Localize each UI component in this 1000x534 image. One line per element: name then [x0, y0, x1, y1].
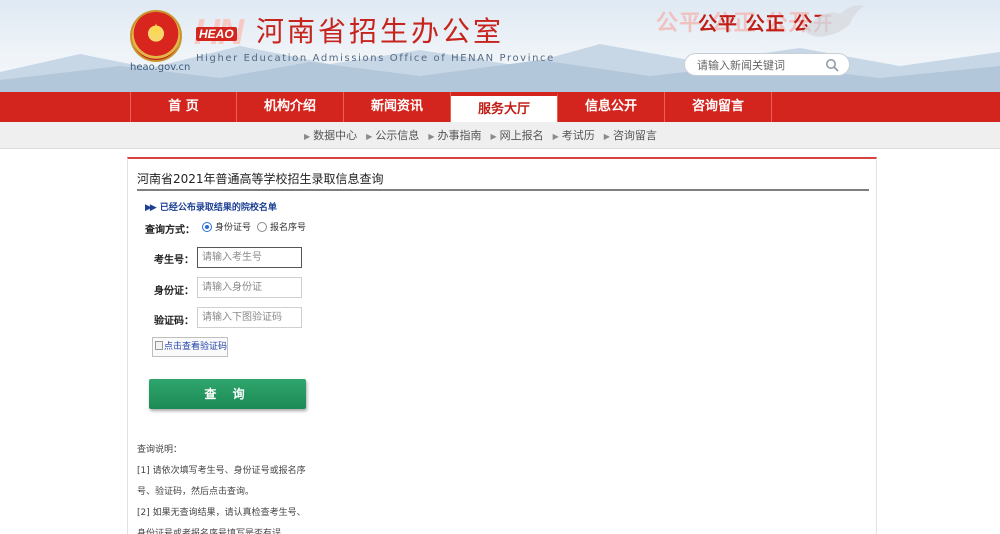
subnav-item-online-registration[interactable]: ▶ 网上报名	[490, 122, 543, 149]
nav-item-news[interactable]: 新闻资讯	[344, 92, 451, 122]
query-method-radio-group: 身份证号 报名序号	[202, 220, 312, 233]
nav-item-home[interactable]: 首 页	[130, 92, 237, 122]
id-number-input[interactable]	[197, 277, 302, 298]
broken-image-icon	[155, 341, 163, 350]
query-button[interactable]: 查 询	[149, 379, 306, 409]
subnav-item-consultation[interactable]: ▶ 咨询留言	[604, 122, 657, 149]
instructions-line: 号、验证码，然后点击查询。	[137, 487, 255, 497]
radio-registration-number[interactable]: 报名序号	[257, 220, 306, 233]
triangle-right-icon: ▶	[490, 132, 497, 141]
admission-query-panel: 河南省2021年普通高等学校招生录取信息查询 ▶▶ 已经公布录取结果的院校名单 查…	[127, 157, 877, 534]
published-colleges-link[interactable]: ▶▶ 已经公布录取结果的院校名单	[145, 200, 277, 213]
subnav-item-exam-calendar[interactable]: ▶ 考试历	[553, 122, 595, 149]
national-emblem-icon: ★	[130, 10, 182, 62]
org-title: 河南省招生办公室	[256, 15, 505, 48]
published-colleges-label: 已经公布录取结果的院校名单	[159, 203, 277, 213]
instructions-line: [2] 如果无查询结果，请认真检查考生号、	[137, 508, 306, 518]
radio-selected-icon	[202, 221, 212, 232]
exam-number-input[interactable]	[197, 247, 302, 268]
site-domain: heao.gov.cn	[130, 62, 191, 73]
query-method-label: 查询方式：	[145, 225, 195, 236]
captcha-image-alt: 点击查看验证码	[164, 342, 228, 352]
site-header: ★ heao.gov.cn HN HEAO 河南省招生办公室 Higher Ed…	[0, 0, 1000, 92]
subnav-item-data-center[interactable]: ▶ 数据中心	[304, 122, 357, 149]
nav-item-disclosure[interactable]: 信息公开	[558, 92, 665, 122]
triangle-right-icon: ▶	[552, 132, 559, 141]
subnav-item-label: 网上报名	[499, 129, 544, 142]
page-title: 河南省2021年普通高等学校招生录取信息查询	[137, 172, 384, 186]
main-nav: 首 页 机构介绍 新闻资讯 服务大厅 信息公开 咨询留言	[0, 92, 1000, 125]
subnav-item-label: 咨询留言	[612, 129, 657, 142]
instructions-title: 查询说明：	[137, 445, 183, 455]
heao-logo-text: HEAO	[196, 27, 237, 41]
radio-id-number[interactable]: 身份证号	[202, 220, 251, 233]
nav-item-service-hall[interactable]: 服务大厅	[451, 93, 558, 125]
title-divider	[137, 189, 869, 191]
radio-id-number-label: 身份证号	[215, 223, 252, 233]
id-number-label: 身份证：	[154, 286, 194, 297]
nav-item-consultation[interactable]: 咨询留言	[665, 92, 772, 122]
eagle-icon	[804, 5, 864, 37]
subnav-item-label: 公示信息	[375, 129, 420, 142]
nav-item-about[interactable]: 机构介绍	[237, 92, 344, 122]
org-subtitle: Higher Education Admissions Office of HE…	[196, 53, 555, 64]
radio-registration-number-label: 报名序号	[270, 223, 307, 233]
triangle-right-icon: ▶	[304, 132, 311, 141]
subnav-item-label: 数据中心	[313, 129, 358, 142]
subnav-item-label: 办事指南	[437, 129, 482, 142]
exam-number-label: 考生号：	[154, 255, 194, 266]
triangle-right-icon: ▶	[603, 132, 610, 141]
subnav-item-public-notice[interactable]: ▶ 公示信息	[366, 122, 419, 149]
search-icon[interactable]	[825, 58, 839, 72]
search-input[interactable]	[697, 57, 821, 73]
sub-nav: ▶ 数据中心 ▶ 公示信息 ▶ 办事指南 ▶ 网上报名 ▶ 考试历 ▶ 咨询留言	[0, 122, 1000, 149]
subnav-item-label: 考试历	[561, 129, 595, 142]
query-instructions: 查询说明： [1] 请依次填写考生号、身份证号或报名序 号、验证码，然后点击查询…	[137, 440, 317, 534]
subnav-item-guide[interactable]: ▶ 办事指南	[428, 122, 481, 149]
search-box	[684, 53, 850, 76]
captcha-input[interactable]	[197, 307, 302, 328]
captcha-label: 验证码：	[154, 316, 194, 327]
captcha-image[interactable]: 点击查看验证码	[152, 337, 228, 357]
radio-unselected-icon	[257, 221, 268, 232]
instructions-line: 身份证号或者报名序号填写是否有误。	[137, 529, 291, 534]
triangle-right-icon: ▶	[366, 132, 373, 141]
triangle-right-icon: ▶	[428, 132, 435, 141]
double-arrow-icon: ▶▶	[145, 203, 157, 213]
instructions-line: [1] 请依次填写考生号、身份证号或报名序	[137, 466, 306, 476]
